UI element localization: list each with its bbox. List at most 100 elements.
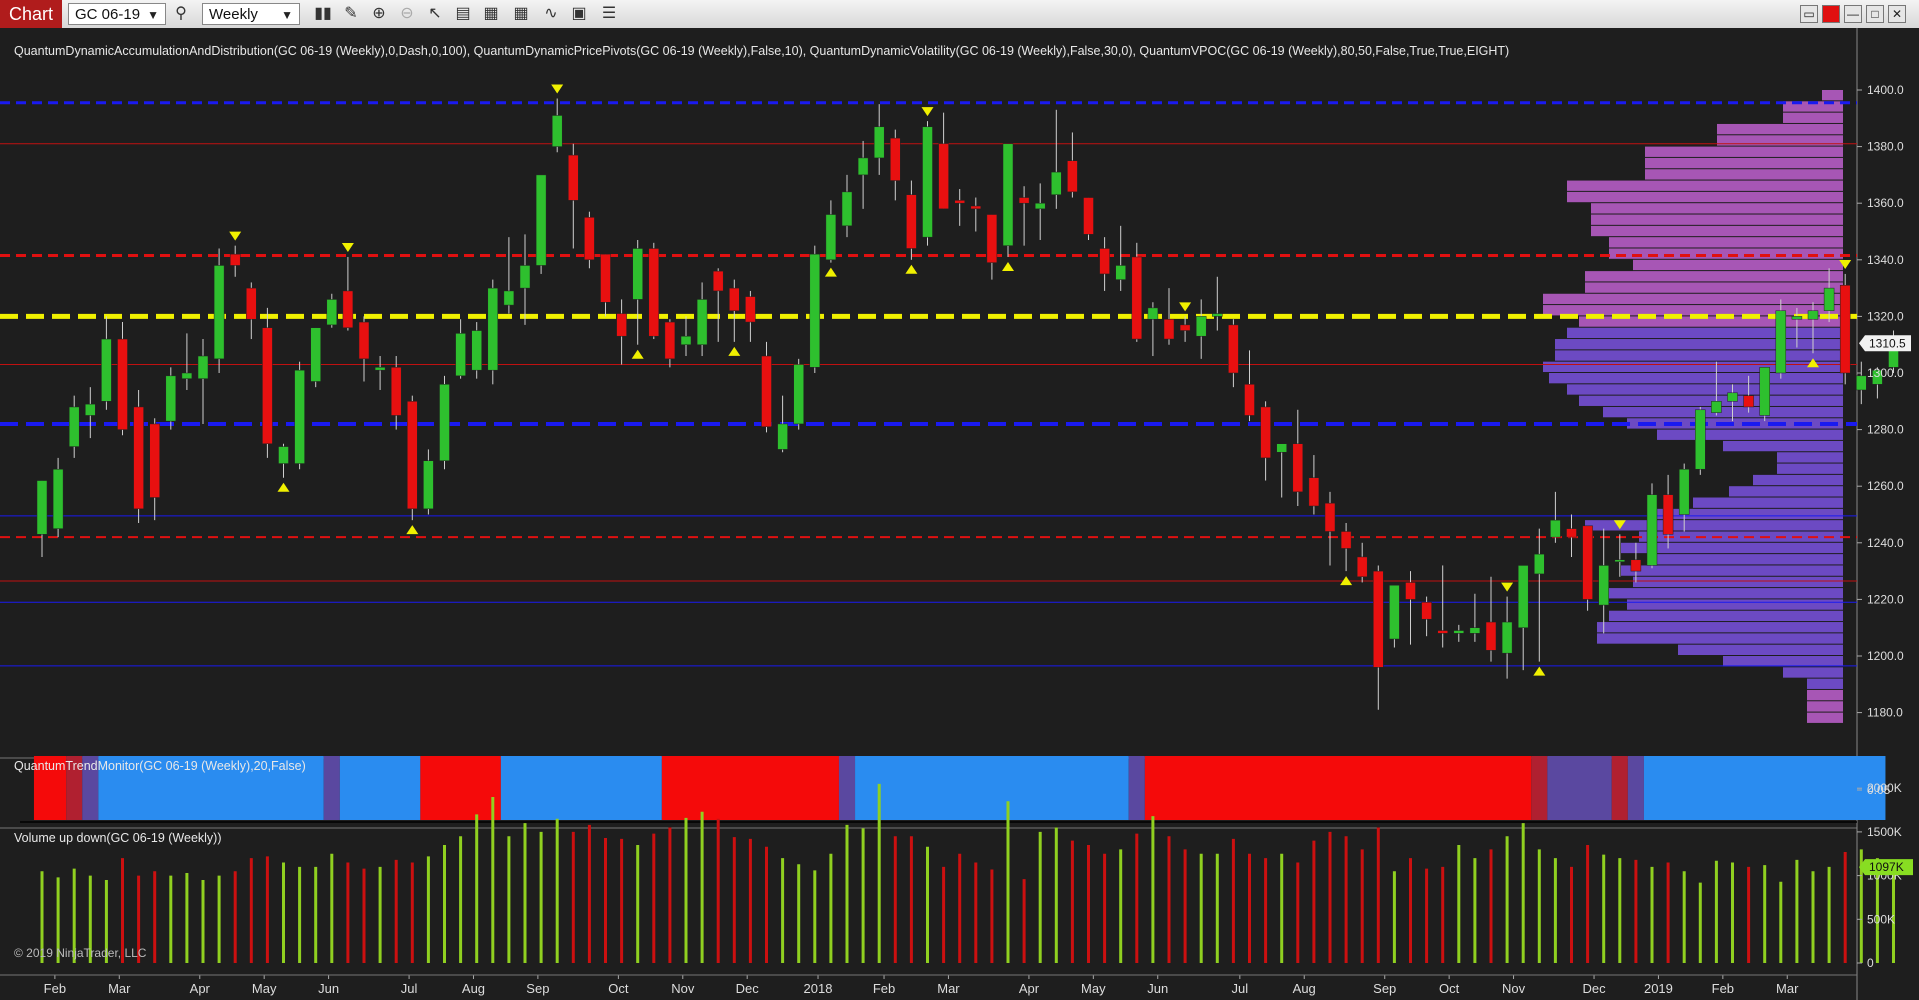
candle-body — [85, 403, 96, 416]
candle-body — [1662, 494, 1674, 535]
search-icon[interactable]: ⚲ — [170, 4, 192, 24]
volume-profile-bar — [1609, 610, 1843, 622]
volume-profile-bar — [1555, 350, 1843, 361]
candle-body — [213, 265, 225, 360]
trend-segment — [661, 756, 839, 820]
candle-body — [278, 446, 289, 464]
candle-body — [1453, 630, 1465, 634]
volume-profile-bar — [1645, 169, 1843, 180]
time-tick-label: Feb — [44, 981, 66, 996]
time-tick-label: Oct — [1439, 981, 1460, 996]
trend-segment — [1531, 756, 1548, 820]
candle-body — [954, 200, 965, 204]
pointer-icon[interactable]: ↖ — [424, 4, 446, 24]
time-tick-label: Nov — [671, 981, 695, 996]
time-tick-label: Aug — [1293, 981, 1316, 996]
close-icon[interactable]: ✕ — [1888, 5, 1906, 23]
volume-profile-bar — [1591, 203, 1843, 214]
candle-body — [165, 375, 177, 422]
candle-body — [1566, 528, 1577, 538]
volume-profile-bar — [1729, 486, 1843, 497]
maximize-icon[interactable]: □ — [1866, 5, 1884, 23]
candle-body — [1324, 502, 1336, 532]
time-tick-label: Mar — [108, 981, 131, 996]
candle-body — [1469, 627, 1481, 634]
trade-icon[interactable]: ▣ — [568, 4, 590, 24]
volume-profile-bar — [1693, 497, 1843, 508]
trend-segment — [420, 756, 501, 820]
candle-body — [68, 406, 80, 447]
volume-panel-label: Volume up down(GC 06-19 (Weekly)) — [14, 831, 222, 845]
properties-icon[interactable]: ▤ — [452, 4, 474, 24]
time-tick-label: Sep — [1373, 981, 1396, 996]
price-tick-label: 1400.0 — [1867, 83, 1904, 97]
candle-body — [648, 248, 660, 337]
price-tick-label: 1300.0 — [1867, 366, 1904, 380]
volume-profile-bar — [1609, 248, 1843, 259]
candle-body — [841, 191, 853, 227]
price-tick-label: 1200.0 — [1867, 649, 1904, 663]
period-selector[interactable]: Weekly ▼ — [202, 3, 300, 25]
minimize-icon[interactable]: — — [1844, 5, 1862, 23]
candle-body — [1163, 318, 1175, 340]
trend-segment — [339, 756, 421, 820]
chart-canvas[interactable]: 1400.0 1380.0 1360.0 1340.0 1320.0 1300.0 1280… — [0, 28, 1919, 1000]
candle-body — [1517, 565, 1529, 628]
toolbar: Chart GC 06-19 ▼ ⚲ Weekly ▼ ▮▮ ✎ ⊕ ⊖ ↖ ▤… — [0, 0, 1919, 29]
candle-body — [1550, 519, 1561, 538]
restore-icon[interactable]: ▭ — [1800, 5, 1818, 23]
time-tick-label: Jun — [1147, 981, 1168, 996]
time-tick-label: Jul — [401, 981, 418, 996]
price-tick-label: 1320.0 — [1867, 309, 1904, 323]
link-icon[interactable] — [1822, 5, 1840, 23]
volume-profile-bar — [1585, 282, 1843, 293]
candle-body — [825, 214, 837, 261]
candle-body — [471, 330, 482, 371]
volume-tick-label: 2000K — [1867, 781, 1902, 795]
candle-body — [906, 194, 917, 249]
volume-profile-bar — [1678, 644, 1843, 655]
volume-profile-bar — [1807, 712, 1843, 723]
volume-profile-bar — [1567, 191, 1843, 203]
time-tick-label: May — [252, 981, 277, 996]
candle-body — [358, 321, 370, 360]
bar-type-icon[interactable]: ▮▮ — [312, 4, 334, 24]
candle-body — [1131, 256, 1143, 340]
volume-profile-bar — [1645, 146, 1843, 157]
time-tick-label: Feb — [1712, 981, 1734, 996]
candle-body — [262, 327, 273, 444]
chevron-down-icon: ▼ — [147, 8, 159, 22]
instrument-selector[interactable]: GC 06-19 ▼ — [68, 3, 166, 25]
volume-profile-bar — [1627, 599, 1843, 610]
candle-body — [181, 372, 193, 379]
trend-segment — [1643, 756, 1886, 820]
price-panel-label: QuantumDynamicAccumulationAndDistributio… — [14, 44, 1510, 58]
candle-body — [1727, 392, 1738, 402]
volume-profile-bar — [1822, 90, 1843, 101]
candle-body — [133, 406, 144, 510]
candle-body — [326, 299, 338, 326]
candle-body — [1807, 310, 1819, 320]
zoom-in-icon[interactable]: ⊕ — [368, 4, 390, 24]
candle-body — [986, 214, 998, 263]
candle-body — [487, 287, 499, 371]
candle-body — [761, 355, 772, 428]
list-icon[interactable]: ☰ — [598, 4, 620, 24]
trend-segment — [1128, 756, 1145, 820]
chart-tab[interactable]: Chart — [0, 0, 62, 28]
candle-body — [1630, 559, 1642, 572]
candle-body — [938, 143, 949, 210]
zoom-out-icon[interactable]: ⊖ — [396, 4, 418, 24]
candle-body — [1228, 324, 1239, 374]
volume-profile-bar — [1783, 667, 1843, 678]
indicators-icon[interactable]: ∿ — [540, 4, 562, 24]
price-tick-label: 1180.0 — [1867, 706, 1903, 720]
strategies-icon[interactable]: ▦ — [510, 4, 532, 24]
candle-body — [857, 157, 869, 176]
candle-body — [1179, 324, 1191, 331]
candle-body — [1389, 585, 1400, 640]
templates-icon[interactable]: ▦ — [480, 4, 502, 24]
candle-body — [342, 290, 354, 328]
draw-pencil-icon[interactable]: ✎ — [340, 4, 362, 24]
candle-body — [616, 313, 627, 337]
